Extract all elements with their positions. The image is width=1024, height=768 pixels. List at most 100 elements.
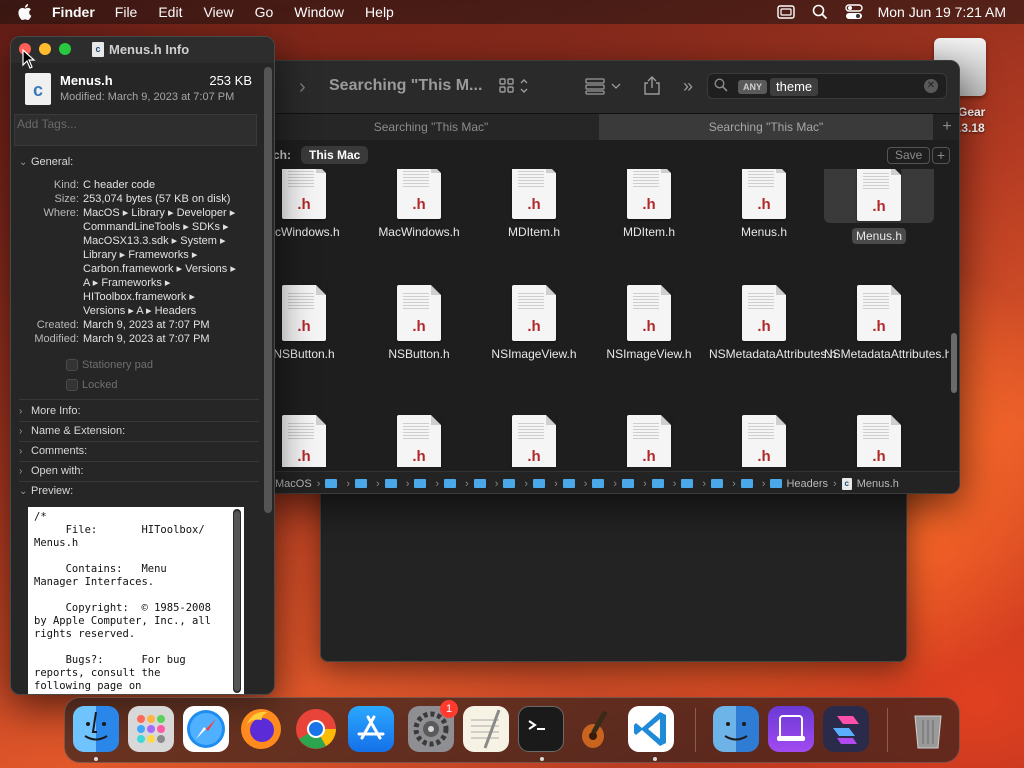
where-value[interactable]: MacOS ▸ Library ▸ Developer ▸ CommandLin…: [83, 206, 261, 318]
file-item[interactable]: .h: [479, 415, 589, 467]
path-crumb-folder[interactable]: [562, 479, 579, 488]
file-item[interactable]: .h NSImageView.h: [594, 285, 704, 362]
menu-view[interactable]: View: [203, 4, 233, 20]
info-scrollbar[interactable]: [264, 67, 272, 513]
file-item[interactable]: .h: [709, 415, 819, 467]
menu-window[interactable]: Window: [294, 4, 344, 20]
path-crumb-folder[interactable]: [444, 479, 460, 488]
menu-help[interactable]: Help: [365, 4, 394, 20]
apple-configurator-app-icon[interactable]: [768, 706, 814, 752]
vscode-app-icon[interactable]: [628, 706, 674, 752]
search-token-value[interactable]: theme: [770, 78, 819, 96]
search-field[interactable]: ANY theme ✕: [707, 73, 947, 99]
where-line: Library ▸ Frameworks ▸: [83, 249, 198, 261]
scope-this-mac-button[interactable]: This Mac: [301, 146, 369, 164]
app-store-app-icon[interactable]: [348, 706, 394, 752]
locked-checkbox[interactable]: Locked: [66, 379, 117, 391]
stationery-pad-checkbox[interactable]: Stationery pad: [66, 359, 153, 371]
section-general[interactable]: ⌄ General:: [19, 156, 73, 168]
section-preview[interactable]: ⌄ Preview:: [19, 485, 73, 497]
file-item[interactable]: .h NSButton.h: [364, 285, 474, 362]
menu-bar: Finder File Edit View Go Window Help Mon…: [0, 0, 1024, 24]
info-titlebar[interactable]: c Menus.h Info: [11, 37, 274, 63]
path-crumb-folder[interactable]: [414, 479, 430, 488]
section-comments[interactable]: › Comments:: [19, 445, 87, 457]
file-item[interactable]: .h: [263, 415, 359, 467]
menu-edit[interactable]: Edit: [158, 4, 182, 20]
file-item[interactable]: .h NSButton.h: [263, 285, 359, 362]
file-item[interactable]: .h NSMetadataAttributes.h: [824, 285, 949, 362]
view-mode-button[interactable]: [499, 75, 531, 97]
menu-go[interactable]: Go: [255, 4, 274, 20]
new-tab-button[interactable]: +: [933, 114, 959, 140]
path-crumb-folder[interactable]: [622, 479, 638, 488]
file-item[interactable]: .h: [594, 415, 704, 467]
section-open-with[interactable]: › Open with:: [19, 465, 84, 477]
path-crumb-folder[interactable]: [740, 479, 757, 488]
file-preview[interactable]: /* File: HIToolbox/ Menus.h Contains: Me…: [28, 507, 244, 694]
file-item[interactable]: .h Menus.h: [709, 169, 819, 240]
finder-folder-app-icon[interactable]: [713, 706, 759, 752]
garageband-app-icon[interactable]: [573, 706, 619, 752]
tags-field[interactable]: Add Tags...: [14, 114, 257, 146]
path-crumb-folder[interactable]: [325, 479, 341, 488]
screen-mirroring-icon[interactable]: [776, 2, 796, 22]
path-crumb-folder[interactable]: [473, 479, 490, 488]
chrome-app-icon[interactable]: [293, 706, 339, 752]
shortcuts-app-icon[interactable]: [823, 706, 869, 752]
results-scrollbar[interactable]: [951, 333, 957, 393]
path-crumb-file[interactable]: c Menus.h: [841, 477, 899, 490]
apple-menu-icon[interactable]: [16, 2, 36, 22]
share-button[interactable]: [643, 75, 661, 97]
save-search-button[interactable]: Save: [887, 147, 931, 164]
file-item[interactable]: .h NSImageView.h: [479, 285, 589, 362]
menu-file[interactable]: File: [115, 4, 138, 20]
safari-app-icon[interactable]: [183, 706, 229, 752]
file-item[interactable]: .h MDItem.h: [594, 169, 704, 240]
finder-app-icon[interactable]: [73, 706, 119, 752]
tab-search-1[interactable]: Searching "This Mac": [263, 114, 599, 140]
more-toolbar-items-icon[interactable]: »: [683, 75, 693, 97]
path-crumb-folder[interactable]: [651, 479, 668, 488]
path-crumb-headers[interactable]: Headers: [770, 478, 828, 490]
system-settings-app-icon[interactable]: 1: [408, 700, 458, 752]
menu-app-name[interactable]: Finder: [52, 4, 95, 20]
drive-label: Gear .3.18: [958, 104, 985, 136]
file-item[interactable]: .h: [364, 415, 474, 467]
path-crumb-macos[interactable]: MacOS: [275, 478, 312, 490]
file-item[interactable]: .h NSMetadataAttributes.h: [709, 285, 836, 362]
path-crumb-folder[interactable]: [592, 479, 608, 488]
file-item[interactable]: .h acWindows.h: [263, 169, 359, 240]
minimize-button[interactable]: [39, 43, 51, 55]
file-item-selected[interactable]: .h Menus.h: [824, 169, 934, 244]
search-token-kind[interactable]: ANY: [738, 80, 768, 94]
file-name: NSImageView.h: [491, 347, 577, 361]
path-crumb-folder[interactable]: [503, 479, 519, 488]
launchpad-app-icon[interactable]: [128, 706, 174, 752]
section-more-info[interactable]: › More Info:: [19, 405, 81, 417]
spotlight-search-icon[interactable]: [810, 2, 830, 22]
add-criteria-button[interactable]: +: [932, 147, 950, 164]
menubar-clock[interactable]: Mon Jun 19 7:21 AM: [878, 4, 1006, 20]
file-item[interactable]: .h MDItem.h: [479, 169, 589, 240]
zoom-button[interactable]: [59, 43, 71, 55]
path-crumb-folder[interactable]: [533, 479, 549, 488]
clear-search-icon[interactable]: ✕: [924, 79, 938, 93]
forward-button[interactable]: ›: [299, 76, 306, 99]
path-crumb-folder[interactable]: [384, 479, 401, 488]
textedit-app-icon[interactable]: [463, 706, 509, 752]
path-crumb-folder[interactable]: [681, 479, 697, 488]
terminal-app-icon[interactable]: [518, 706, 564, 752]
file-item[interactable]: .h MacWindows.h: [364, 169, 474, 240]
tab-search-2[interactable]: Searching "This Mac": [599, 114, 933, 140]
firefox-app-icon[interactable]: [238, 706, 284, 752]
control-center-icon[interactable]: [844, 2, 864, 22]
group-by-button[interactable]: [585, 75, 623, 97]
path-crumb-folder[interactable]: [355, 479, 371, 488]
file-item[interactable]: .h: [824, 415, 934, 467]
section-name-extension[interactable]: › Name & Extension:: [19, 425, 125, 437]
background-window[interactable]: [320, 470, 907, 662]
path-crumb-folder[interactable]: [711, 479, 727, 488]
preview-scrollbar[interactable]: [233, 509, 241, 693]
trash-icon[interactable]: [905, 706, 951, 752]
